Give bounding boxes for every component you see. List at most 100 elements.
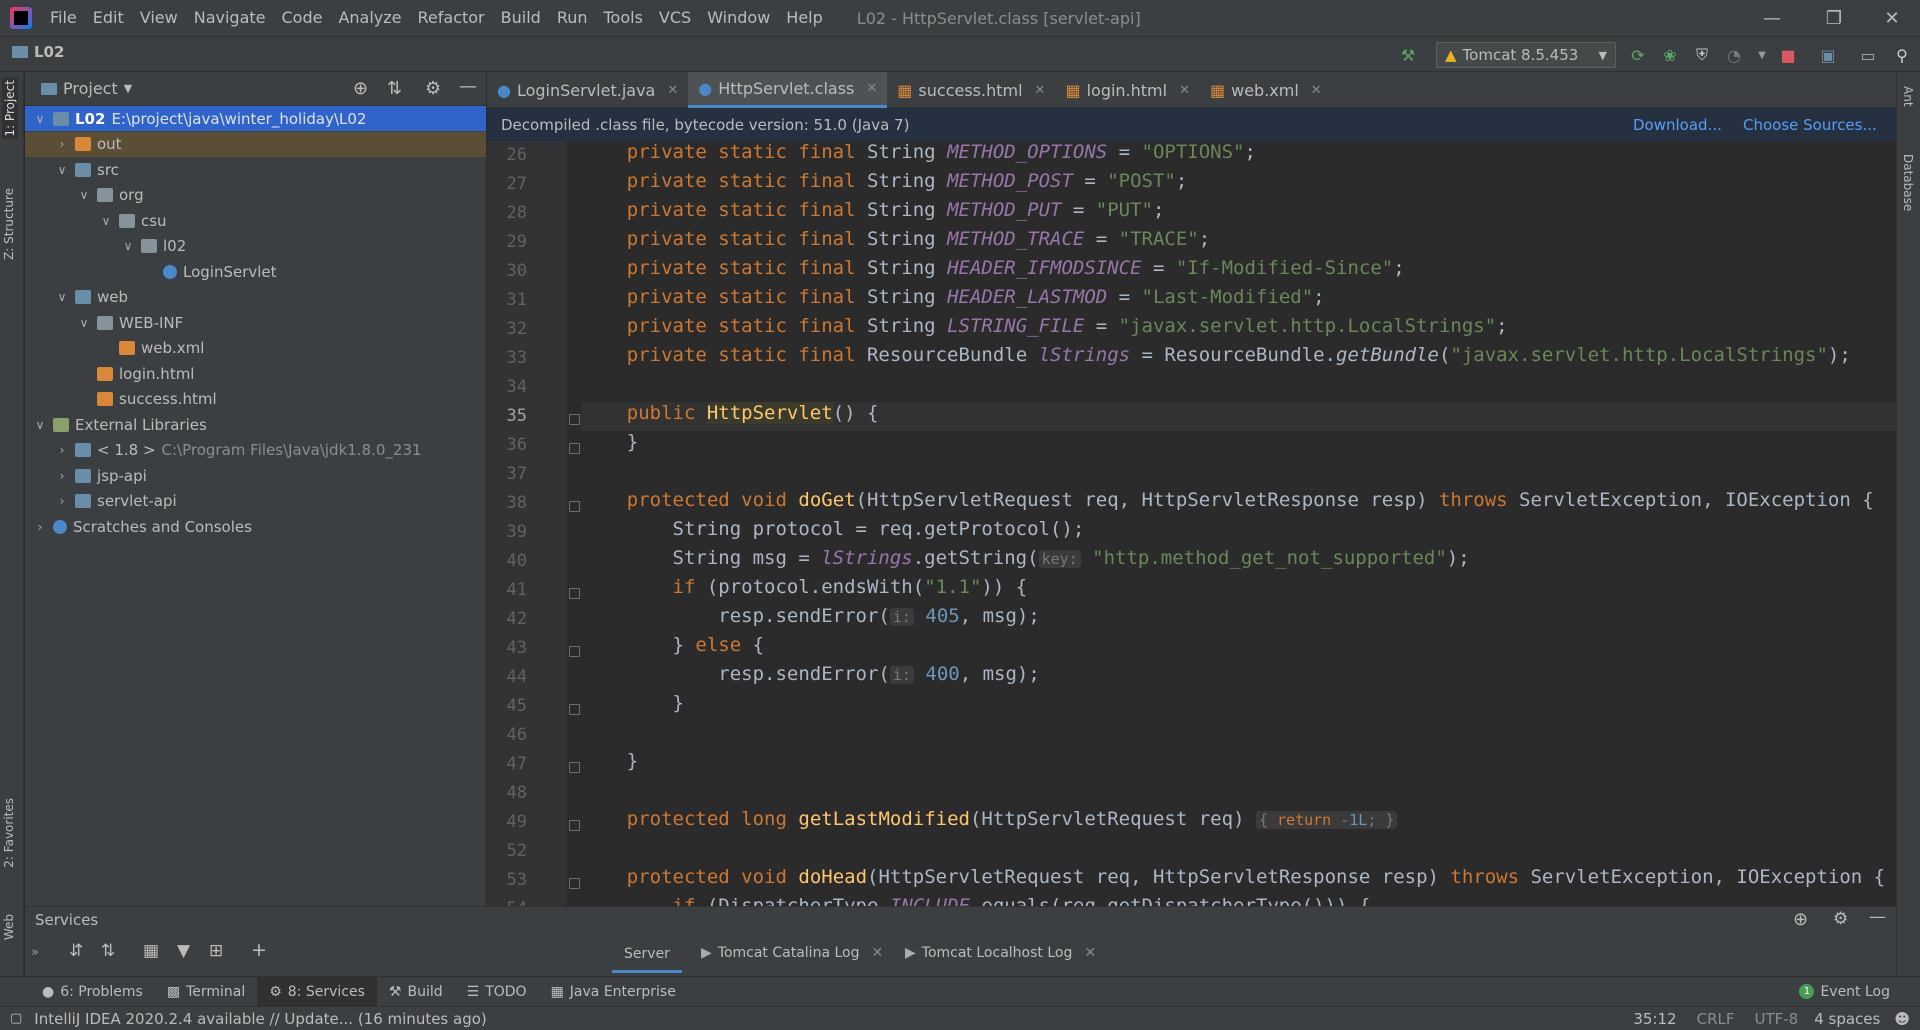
- tool-tab-build[interactable]: ⚒ Build: [377, 977, 455, 1007]
- tree-item[interactable]: ∨ l02: [25, 234, 486, 259]
- gear-icon[interactable]: ⚙: [1833, 909, 1848, 929]
- tab-loginservlet-java[interactable]: ● LoginServlet.java ✕: [487, 72, 688, 108]
- close-tab-icon[interactable]: ✕: [871, 945, 883, 961]
- filter-icon[interactable]: ▼: [177, 941, 190, 961]
- fold-marker-icon[interactable]: [569, 704, 580, 715]
- status-message[interactable]: IntelliJ IDEA 2020.2.4 available // Upda…: [34, 1010, 486, 1028]
- build-hammer-icon[interactable]: ⚒: [1398, 45, 1418, 65]
- chevron-down-icon[interactable]: ∨: [33, 418, 47, 432]
- tab-success-html[interactable]: ▦ success.html ✕: [887, 72, 1055, 108]
- menu-refactor[interactable]: Refactor: [410, 0, 493, 36]
- tool-tab-todo[interactable]: ☰ TODO: [455, 977, 539, 1007]
- tree-item[interactable]: › Scratches and Consoles: [25, 514, 486, 539]
- fold-marker-icon[interactable]: [569, 820, 580, 831]
- menu-file[interactable]: File: [42, 0, 85, 36]
- menu-edit[interactable]: Edit: [85, 0, 132, 36]
- tree-item[interactable]: ∨ src: [25, 157, 486, 182]
- minimize-icon[interactable]: —: [1744, 0, 1800, 36]
- project-panel-title[interactable]: Project: [63, 79, 118, 98]
- tree-item[interactable]: › < 1.8 > C:\Program Files\Java\jdk1.8.0_2…: [25, 438, 486, 463]
- chevron-down-icon[interactable]: ∨: [33, 112, 47, 126]
- fold-marker-icon[interactable]: [569, 501, 580, 512]
- tool-tab-terminal[interactable]: ▩ Terminal: [155, 977, 257, 1007]
- indent-setting[interactable]: 4 spaces: [1814, 1010, 1880, 1028]
- chevron-right-icon[interactable]: ›: [55, 137, 69, 151]
- tree-item[interactable]: ∨ WEB-INF: [25, 310, 486, 335]
- chevron-right-icon[interactable]: ›: [55, 494, 69, 508]
- tree-item[interactable]: › out: [25, 131, 486, 157]
- search-everywhere-icon[interactable]: ⚲: [1892, 45, 1912, 65]
- close-tab-icon[interactable]: ✕: [1084, 945, 1096, 961]
- chevron-right-icon[interactable]: ›: [33, 520, 47, 534]
- locate-icon[interactable]: ⊕: [353, 78, 368, 99]
- tool-tab-services[interactable]: ⚙ 8: Services: [257, 976, 377, 1007]
- menu-code[interactable]: Code: [274, 0, 331, 36]
- debug-icon[interactable]: ❀: [1660, 45, 1680, 65]
- close-tab-icon[interactable]: ✕: [1311, 83, 1322, 98]
- fold-marker-icon[interactable]: [569, 588, 580, 599]
- menu-vcs[interactable]: VCS: [651, 0, 699, 36]
- tool-tab-database[interactable]: Database: [1901, 154, 1915, 211]
- menu-tools[interactable]: Tools: [596, 0, 651, 36]
- chevron-down-icon[interactable]: ∨: [55, 290, 69, 304]
- menu-window[interactable]: Window: [699, 0, 778, 36]
- close-icon[interactable]: ✕: [1864, 0, 1920, 36]
- download-link[interactable]: Download...: [1633, 116, 1722, 134]
- stop-icon[interactable]: ■: [1778, 45, 1798, 65]
- collapse-all-icon[interactable]: ⇅: [101, 941, 115, 961]
- tool-tab-problems[interactable]: ● 6: Problems: [30, 977, 155, 1007]
- fold-marker-icon[interactable]: [569, 878, 580, 889]
- presentation-icon[interactable]: ▭: [1858, 45, 1878, 65]
- chevron-right-icon[interactable]: ›: [55, 443, 69, 457]
- chevron-down-icon[interactable]: ∨: [121, 239, 135, 253]
- line-separator[interactable]: CRLF: [1697, 1010, 1735, 1028]
- add-service-icon[interactable]: +: [251, 939, 267, 961]
- menu-build[interactable]: Build: [493, 0, 549, 36]
- menu-analyze[interactable]: Analyze: [330, 0, 409, 36]
- choose-sources-link[interactable]: Choose Sources...: [1743, 116, 1877, 134]
- more-run-chevron-icon[interactable]: ▼: [1752, 45, 1772, 65]
- notifications-icon[interactable]: ☻: [1894, 1010, 1910, 1028]
- hide-panel-icon[interactable]: —: [1869, 907, 1886, 927]
- tool-tab-favorites[interactable]: 2: Favorites: [2, 798, 16, 868]
- caret-position[interactable]: 35:12: [1633, 1010, 1676, 1028]
- tree-item[interactable]: ∨ web: [25, 285, 486, 310]
- tree-item[interactable]: › jsp-api: [25, 463, 486, 488]
- chevron-down-icon[interactable]: ∨: [55, 163, 69, 177]
- tab-localhost-log[interactable]: ▶ Tomcat Localhost Log ✕: [905, 945, 1096, 961]
- tab-httpservlet-class[interactable]: ● HttpServlet.class ✕: [688, 72, 888, 108]
- menu-navigate[interactable]: Navigate: [186, 0, 274, 36]
- tree-item[interactable]: ∨ External Libraries: [25, 412, 486, 437]
- gear-icon[interactable]: ⚙: [425, 78, 441, 99]
- close-tab-icon[interactable]: ✕: [866, 81, 877, 96]
- chevron-down-icon[interactable]: ∨: [77, 188, 91, 202]
- fold-marker-icon[interactable]: [569, 414, 580, 425]
- tool-tab-project[interactable]: 1: Project: [2, 78, 18, 139]
- group-by-icon[interactable]: ▦: [143, 941, 159, 961]
- tool-tab-ant[interactable]: Ant: [1901, 86, 1915, 107]
- code-area[interactable]: private static final String METHOD_OPTIO…: [581, 141, 1896, 906]
- run-configuration-select[interactable]: ▲ Tomcat 8.5.453 ▼: [1436, 42, 1616, 68]
- chevron-down-icon[interactable]: ▼: [124, 82, 132, 95]
- file-encoding[interactable]: UTF-8: [1754, 1010, 1798, 1028]
- tree-item[interactable]: success.html: [25, 387, 486, 412]
- tool-tab-web[interactable]: Web: [2, 914, 16, 940]
- tree-item[interactable]: ∨ csu: [25, 208, 486, 233]
- coverage-icon[interactable]: ⛨: [1692, 45, 1712, 65]
- new-tab-icon[interactable]: ⊞: [209, 941, 223, 961]
- locate-icon[interactable]: ⊕: [1793, 909, 1808, 930]
- tool-tab-structure[interactable]: Z: Structure: [2, 188, 16, 260]
- collapse-all-icon[interactable]: ⇅: [387, 78, 402, 99]
- tree-item[interactable]: web.xml: [25, 336, 486, 361]
- close-tab-icon[interactable]: ✕: [1179, 83, 1190, 98]
- chevron-right-icon[interactable]: ›: [55, 469, 69, 483]
- tree-item[interactable]: login.html: [25, 361, 486, 386]
- tab-web-xml[interactable]: ▦ web.xml ✕: [1200, 72, 1332, 108]
- tree-item[interactable]: LoginServlet: [25, 259, 486, 284]
- close-tab-icon[interactable]: ✕: [667, 83, 678, 98]
- restore-icon[interactable]: ❐: [1806, 0, 1862, 36]
- hide-panel-icon[interactable]: —: [459, 76, 477, 97]
- project-structure-icon[interactable]: ▣: [1818, 45, 1838, 65]
- tool-tab-event-log[interactable]: 1 Event Log: [1787, 977, 1902, 1007]
- profile-icon[interactable]: ◔: [1724, 45, 1744, 65]
